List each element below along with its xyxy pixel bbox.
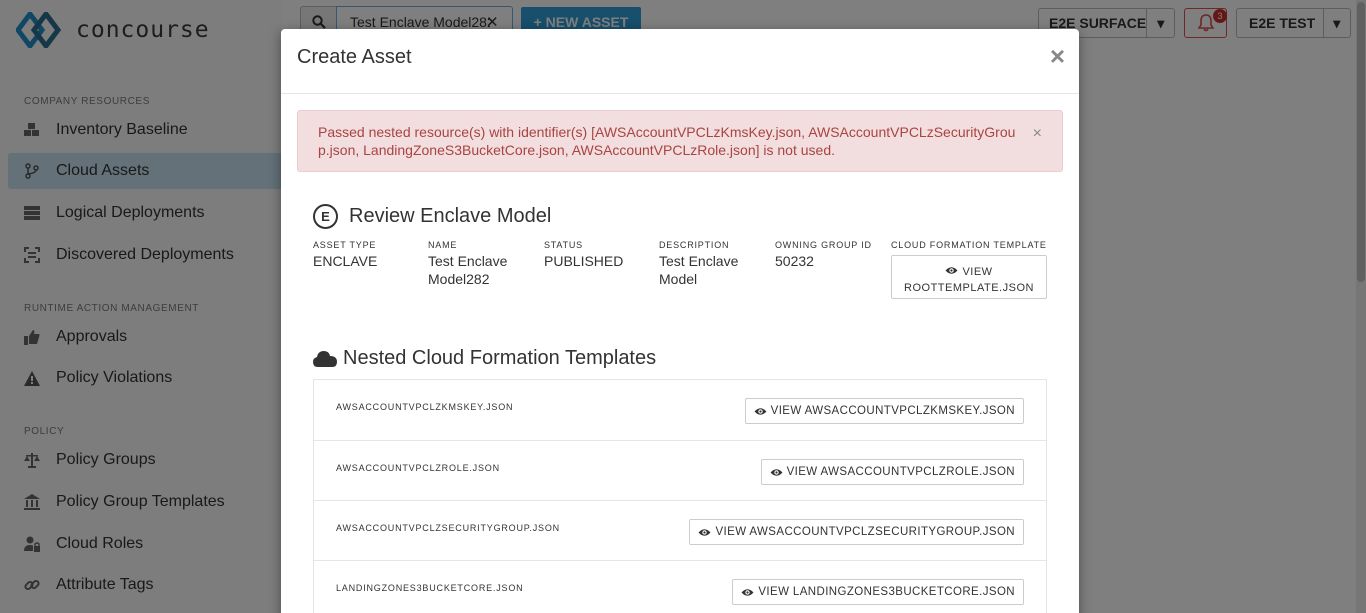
cloud-icon xyxy=(313,350,337,367)
meta-cloud-formation-template: CLOUD FORMATION TEMPLATE xyxy=(891,240,1051,250)
meta-label: NAME xyxy=(428,240,458,250)
view-template-label: VIEW AWSACCOUNTVPCLZKMSKEY.JSON xyxy=(770,405,1015,417)
meta-owning-group-id: OWNING GROUP ID 50232 xyxy=(775,240,885,270)
table-row: AWSACCOUNTVPCLZSECURITYGROUP.JSON VIEW A… xyxy=(314,500,1046,560)
template-name: AWSACCOUNTVPCLZSECURITYGROUP.JSON xyxy=(336,523,560,533)
meta-label: STATUS xyxy=(544,240,583,250)
meta-description: DESCRIPTION Test Enclave Model xyxy=(659,240,759,288)
nested-section-heading: Nested Cloud Formation Templates xyxy=(313,347,656,370)
view-root-template-label: VIEW ROOTTEMPLATE.JSON xyxy=(904,265,1034,294)
meta-value: PUBLISHED xyxy=(544,253,624,269)
eye-icon xyxy=(741,588,754,596)
error-alert: Passed nested resource(s) with identifie… xyxy=(297,110,1063,172)
table-row: LANDINGZONES3BUCKETCORE.JSON VIEW LANDIN… xyxy=(314,560,1046,613)
meta-value: ENCLAVE xyxy=(313,253,378,269)
meta-label: OWNING GROUP ID xyxy=(775,240,872,250)
meta-label: ASSET TYPE xyxy=(313,240,377,250)
table-row: AWSACCOUNTVPCLZKMSKEY.JSON VIEW AWSACCOU… xyxy=(314,380,1046,440)
view-root-template-button[interactable]: VIEW ROOTTEMPLATE.JSON xyxy=(891,255,1047,299)
meta-label: DESCRIPTION xyxy=(659,240,730,250)
modal-close-button[interactable]: × xyxy=(1050,43,1065,69)
meta-status: STATUS PUBLISHED xyxy=(544,240,654,270)
view-template-label: VIEW AWSACCOUNTVPCLZROLE.JSON xyxy=(786,466,1015,478)
nested-templates-table: AWSACCOUNTVPCLZKMSKEY.JSON VIEW AWSACCOU… xyxy=(313,379,1047,613)
template-name: AWSACCOUNTVPCLZROLE.JSON xyxy=(336,463,500,473)
meta-name: NAME Test Enclave Model282 xyxy=(428,240,528,288)
nested-heading-text: Nested Cloud Formation Templates xyxy=(343,347,657,369)
alert-close-button[interactable]: × xyxy=(1033,125,1042,143)
alert-message: Passed nested resource(s) with identifie… xyxy=(318,124,1016,158)
eye-icon xyxy=(945,266,958,274)
view-template-button[interactable]: VIEW AWSACCOUNTVPCLZKMSKEY.JSON xyxy=(744,398,1024,424)
meta-label: CLOUD FORMATION TEMPLATE xyxy=(891,240,1047,250)
view-template-button[interactable]: VIEW AWSACCOUNTVPCLZROLE.JSON xyxy=(760,459,1024,485)
view-template-label: VIEW AWSACCOUNTVPCLZSECURITYGROUP.JSON xyxy=(715,526,1015,538)
create-asset-modal: Create Asset × Passed nested resource(s)… xyxy=(281,29,1079,613)
modal-title: Create Asset xyxy=(297,46,412,68)
modal-header: Create Asset × xyxy=(281,29,1079,94)
meta-value: Test Enclave Model282 xyxy=(428,253,508,287)
view-template-label: VIEW LANDINGZONES3BUCKETCORE.JSON xyxy=(758,586,1015,598)
eye-icon xyxy=(698,528,711,536)
view-template-button[interactable]: VIEW LANDINGZONES3BUCKETCORE.JSON xyxy=(732,579,1024,605)
eye-icon xyxy=(770,468,783,476)
table-row: AWSACCOUNTVPCLZROLE.JSON VIEW AWSACCOUNT… xyxy=(314,440,1046,500)
template-name: LANDINGZONES3BUCKETCORE.JSON xyxy=(336,583,524,593)
meta-value: 50232 xyxy=(775,253,814,269)
enclave-badge-icon: E xyxy=(313,204,338,229)
template-name: AWSACCOUNTVPCLZKMSKEY.JSON xyxy=(336,402,514,412)
review-section-heading: E Review Enclave Model xyxy=(313,204,551,229)
meta-asset-type: ASSET TYPE ENCLAVE xyxy=(313,240,423,270)
review-heading-text: Review Enclave Model xyxy=(349,205,552,227)
view-template-button[interactable]: VIEW AWSACCOUNTVPCLZSECURITYGROUP.JSON xyxy=(689,519,1024,545)
meta-value: Test Enclave Model xyxy=(659,253,739,287)
eye-icon xyxy=(754,407,767,415)
